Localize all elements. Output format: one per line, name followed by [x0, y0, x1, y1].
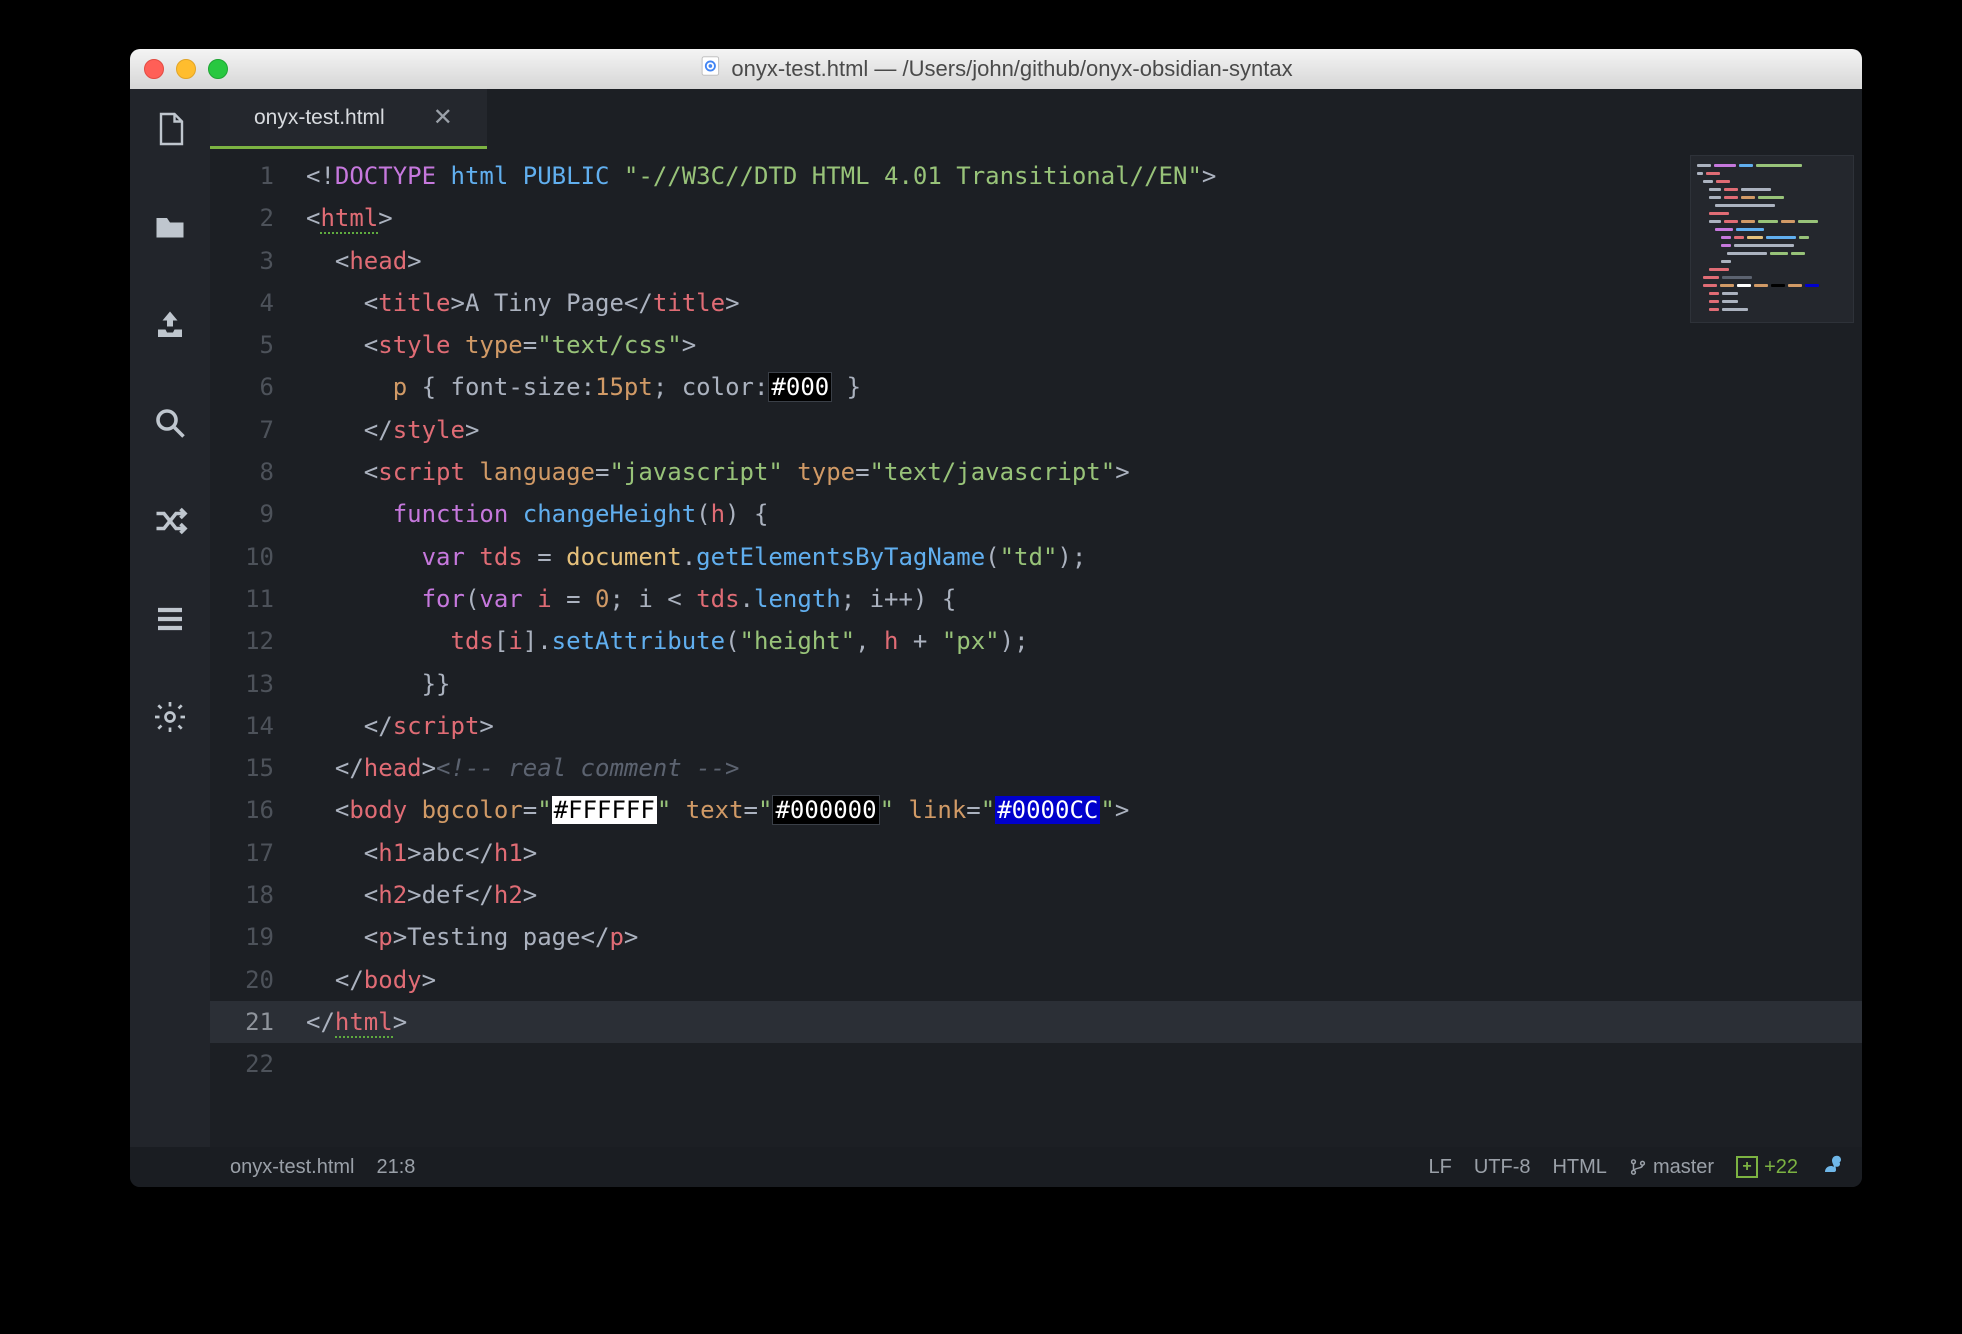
tab-onyx-test[interactable]: onyx-test.html ✕ — [210, 89, 487, 149]
status-file[interactable]: onyx-test.html — [230, 1156, 354, 1179]
status-bar: onyx-test.html 21:8 LF UTF-8 HTML master… — [130, 1147, 1862, 1187]
window-controls — [144, 59, 228, 79]
maximize-window-icon[interactable] — [208, 59, 228, 79]
menu-icon[interactable] — [152, 601, 188, 637]
sidebar — [130, 89, 210, 1147]
close-tab-icon[interactable]: ✕ — [433, 103, 453, 132]
plus-icon: + — [1736, 1156, 1758, 1178]
chrome-file-icon — [699, 55, 721, 83]
git-branch[interactable]: master — [1629, 1156, 1714, 1179]
squirrel-icon[interactable] — [1820, 1152, 1844, 1182]
editor-window: onyx-test.html — /Users/john/github/onyx… — [130, 49, 1862, 1187]
shuffle-icon[interactable] — [152, 503, 188, 539]
code-content[interactable]: <!DOCTYPE html PUBLIC "-//W3C//DTD HTML … — [284, 149, 1862, 1147]
code-editor[interactable]: 12345678910111213141516171819202122 <!DO… — [210, 149, 1862, 1147]
window-title: onyx-test.html — /Users/john/github/onyx… — [699, 55, 1292, 83]
editor-column: onyx-test.html ✕ 12345678910111213141516… — [210, 89, 1862, 1147]
settings-icon[interactable] — [152, 699, 188, 735]
status-eol[interactable]: LF — [1428, 1156, 1451, 1179]
git-branch-icon — [1629, 1158, 1647, 1176]
git-changes[interactable]: + +22 — [1736, 1156, 1798, 1179]
inbox-icon[interactable] — [152, 307, 188, 343]
status-cursor-pos[interactable]: 21:8 — [376, 1156, 415, 1179]
tab-bar: onyx-test.html ✕ — [210, 89, 1862, 149]
status-language[interactable]: HTML — [1552, 1156, 1606, 1179]
search-icon[interactable] — [152, 405, 188, 441]
close-window-icon[interactable] — [144, 59, 164, 79]
status-encoding[interactable]: UTF-8 — [1474, 1156, 1531, 1179]
titlebar: onyx-test.html — /Users/john/github/onyx… — [130, 49, 1862, 90]
file-icon[interactable] — [152, 111, 188, 147]
minimize-window-icon[interactable] — [176, 59, 196, 79]
window-title-text: onyx-test.html — /Users/john/github/onyx… — [731, 56, 1292, 82]
tab-label: onyx-test.html — [254, 106, 385, 130]
line-gutter: 12345678910111213141516171819202122 — [210, 149, 284, 1147]
folder-icon[interactable] — [152, 209, 188, 245]
minimap[interactable] — [1690, 155, 1854, 323]
body-area: onyx-test.html ✕ 12345678910111213141516… — [130, 89, 1862, 1147]
